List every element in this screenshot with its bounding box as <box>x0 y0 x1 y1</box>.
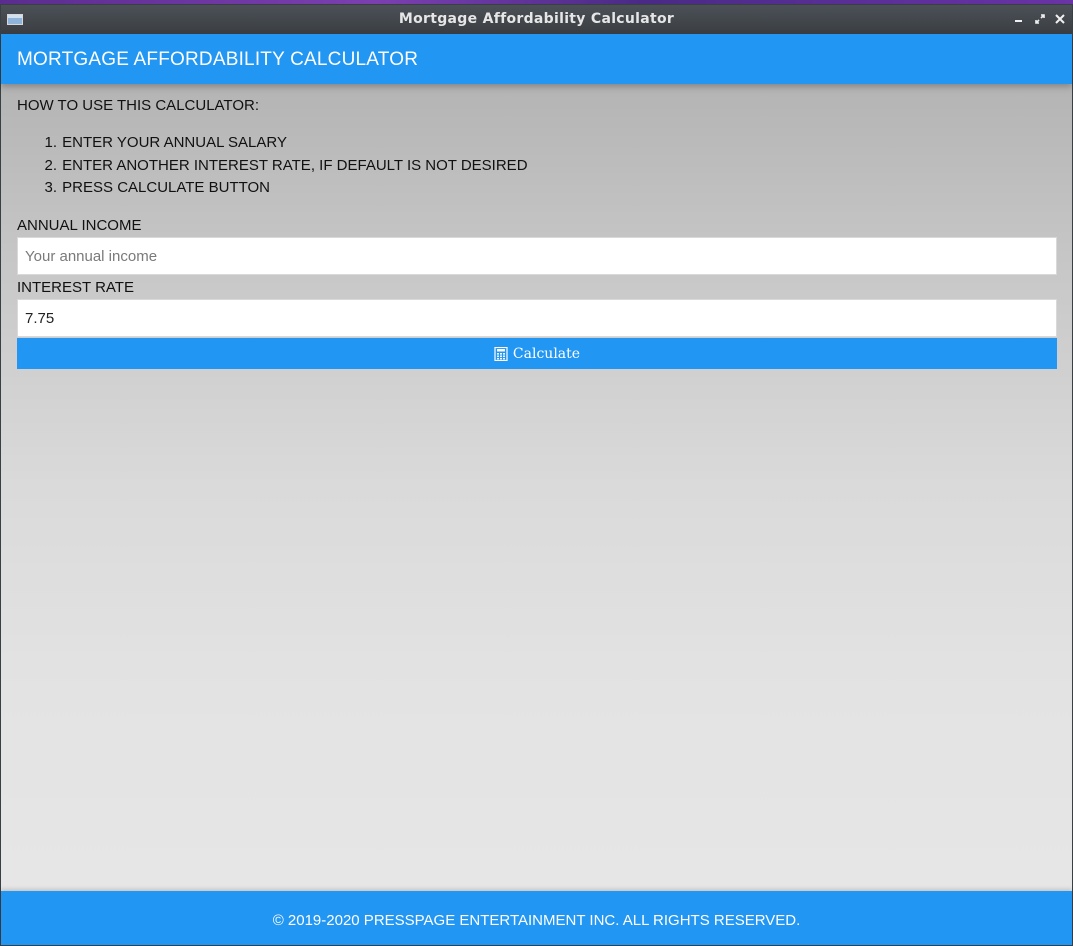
calculate-button-label: Calculate <box>512 345 581 362</box>
instruction-step: 1. ENTER YOUR ANNUAL SALARY <box>17 134 528 157</box>
main-content: HOW TO USE THIS CALCULATOR: 1. ENTER YOU… <box>1 84 1072 891</box>
step-text: ENTER ANOTHER INTEREST RATE, IF DEFAULT … <box>62 156 528 174</box>
minimize-icon[interactable] <box>1012 12 1026 26</box>
annual-income-label: ANNUAL INCOME <box>17 217 142 234</box>
interest-rate-label: INTEREST RATE <box>17 279 134 296</box>
window-titlebar[interactable]: Mortgage Affordability Calculator <box>1 5 1072 34</box>
calculate-button[interactable]: Calculate <box>17 338 1057 369</box>
annual-income-input[interactable] <box>17 237 1057 275</box>
calculator-icon <box>494 346 508 361</box>
page-footer: © 2019-2020 PRESSPAGE ENTERTAINMENT INC.… <box>1 891 1072 945</box>
step-text: PRESS CALCULATE BUTTON <box>62 179 270 196</box>
app-window: Mortgage Affordability Calculator MORTGA… <box>0 4 1073 946</box>
instruction-step: 3. PRESS CALCULATE BUTTON <box>17 179 528 202</box>
copyright-text: © 2019-2020 PRESSPAGE ENTERTAINMENT INC.… <box>272 912 801 929</box>
instructions-list: 1. ENTER YOUR ANNUAL SALARY 2. ENTER ANO… <box>17 134 528 202</box>
step-text: ENTER YOUR ANNUAL SALARY <box>62 134 287 151</box>
step-number: 2. <box>44 156 57 174</box>
window-title: Mortgage Affordability Calculator <box>398 11 675 27</box>
step-number: 1. <box>44 134 57 151</box>
interest-rate-input[interactable] <box>17 299 1057 337</box>
maximize-icon[interactable] <box>1033 12 1047 26</box>
page-title: MORTGAGE AFFORDABILITY CALCULATOR <box>17 49 419 70</box>
instruction-step: 2. ENTER ANOTHER INTEREST RATE, IF DEFAU… <box>17 156 528 180</box>
app-header: MORTGAGE AFFORDABILITY CALCULATOR <box>1 34 1072 84</box>
step-number: 3. <box>44 179 57 196</box>
close-icon[interactable] <box>1053 12 1067 26</box>
instructions-title: HOW TO USE THIS CALCULATOR: <box>17 97 259 114</box>
